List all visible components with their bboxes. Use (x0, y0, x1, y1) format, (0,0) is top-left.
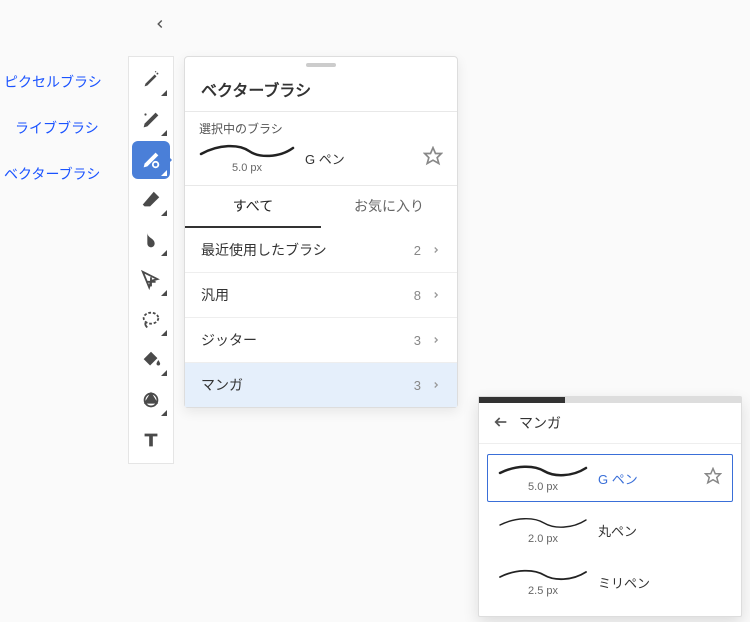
selected-brush-label: 選択中のブラシ (199, 120, 443, 137)
tab-favorites[interactable]: お気に入り (321, 186, 457, 228)
tool-eraser[interactable] (132, 181, 170, 219)
selected-brush-name: G ペン (305, 149, 413, 168)
favorite-star-icon[interactable] (423, 146, 443, 171)
chevron-right-icon (431, 242, 441, 258)
brush-row-marupen[interactable]: 2.0 px 丸ペン (487, 506, 733, 554)
tool-pixel-brush[interactable] (132, 61, 170, 99)
category-jitter[interactable]: ジッター 3 (185, 317, 457, 362)
tool-fill[interactable] (132, 341, 170, 379)
selected-brush-row[interactable]: 5.0 px G ペン (199, 141, 443, 175)
annotation-live-brush: ライブブラシ (15, 118, 99, 138)
tabs: すべて お気に入り (185, 185, 457, 228)
category-general[interactable]: 汎用 8 (185, 272, 457, 317)
category-manga[interactable]: マンガ 3 (185, 362, 457, 407)
subpanel-header: マンガ (479, 403, 741, 444)
annotation-vector-brush: ベクターブラシ (4, 164, 100, 184)
tool-text[interactable] (132, 421, 170, 459)
chevron-right-icon (431, 332, 441, 348)
selected-brush-section: 選択中のブラシ 5.0 px G ペン (185, 111, 457, 185)
panel-title: ベクターブラシ (185, 71, 457, 111)
brush-panel: ベクターブラシ 選択中のブラシ 5.0 px G ペン すべて お気に入り 最近… (184, 56, 458, 408)
brush-stroke-preview: 5.0 px (199, 141, 295, 175)
category-list: 最近使用したブラシ 2 汎用 8 ジッター 3 マンガ 3 (185, 228, 457, 407)
tool-move[interactable] (132, 261, 170, 299)
toolbar (128, 56, 174, 464)
subpanel: マンガ 5.0 px G ペン 2.0 px 丸ペン 2.5 px ミ (478, 396, 742, 617)
tool-smudge[interactable] (132, 221, 170, 259)
tool-shape[interactable] (132, 381, 170, 419)
selected-brush-size: 5.0 px (232, 162, 262, 174)
tool-lasso[interactable] (132, 301, 170, 339)
brush-list: 5.0 px G ペン 2.0 px 丸ペン 2.5 px ミリペン (479, 444, 741, 616)
tool-vector-brush[interactable] (132, 141, 170, 179)
brush-stroke-preview: 2.5 px (498, 565, 588, 599)
brush-row-gpen[interactable]: 5.0 px G ペン (487, 454, 733, 502)
back-arrow-icon[interactable] (493, 414, 509, 433)
drag-handle[interactable] (306, 63, 336, 67)
category-recent[interactable]: 最近使用したブラシ 2 (185, 228, 457, 272)
brush-row-millipen[interactable]: 2.5 px ミリペン (487, 558, 733, 606)
annotation-pixel-brush: ピクセルブラシ (4, 72, 102, 92)
back-button[interactable] (144, 8, 176, 40)
chevron-right-icon (431, 377, 441, 393)
subpanel-title: マンガ (519, 413, 561, 433)
brush-stroke-preview: 2.0 px (498, 513, 588, 547)
subpanel-indicator (479, 397, 741, 403)
favorite-star-icon[interactable] (704, 467, 722, 490)
brush-stroke-preview: 5.0 px (498, 461, 588, 495)
tool-live-brush[interactable] (132, 101, 170, 139)
chevron-right-icon (431, 287, 441, 303)
tab-all[interactable]: すべて (185, 186, 321, 228)
